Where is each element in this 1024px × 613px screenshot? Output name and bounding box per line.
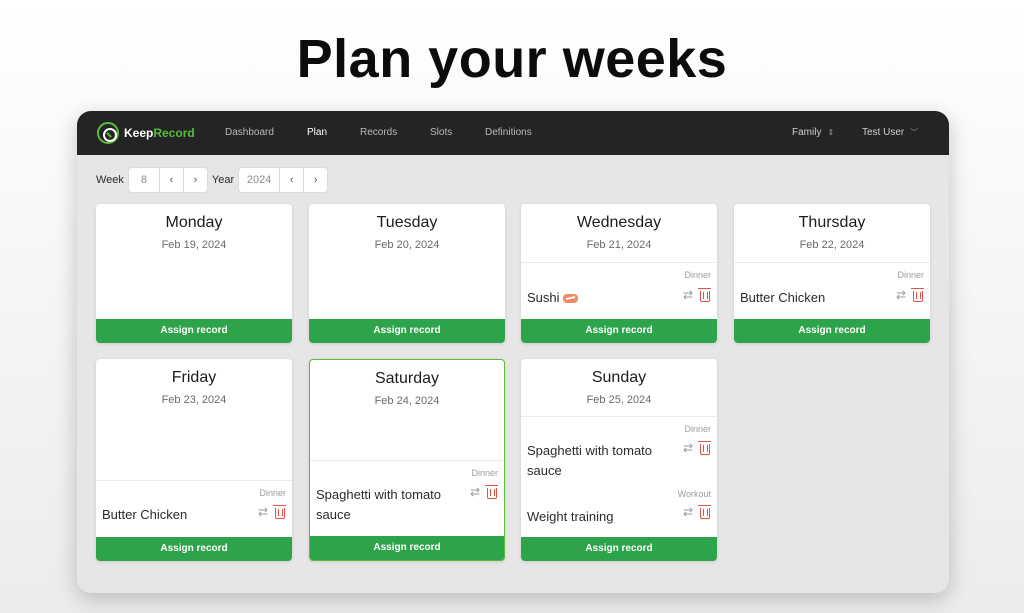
plan-entry: Dinner Spaghetti with tomato sauce ⇄ [521, 417, 717, 478]
nav-link-records[interactable]: Records [360, 127, 397, 138]
plan-entry: Dinner Butter Chicken ⇄ [96, 481, 292, 537]
day-name: Tuesday [376, 214, 438, 231]
brand-name-part2: Record [153, 126, 195, 140]
nav-link-definitions[interactable]: Definitions [485, 127, 532, 138]
day-date: Feb 22, 2024 [799, 239, 865, 251]
year-prev-button[interactable]: ‹ [280, 167, 305, 193]
app-window: KeepRecord Dashboard Plan Records Slots … [77, 111, 949, 593]
record-name: Weight training [527, 509, 614, 524]
day-card-friday: Friday Feb 23, 2024 Dinner Butter Chicke… [96, 359, 292, 561]
swap-arrows-icon[interactable]: ⇄ [683, 442, 693, 454]
navbar: KeepRecord Dashboard Plan Records Slots … [77, 111, 949, 155]
day-date: Feb 24, 2024 [374, 395, 440, 407]
family-select-label: Family [792, 127, 822, 138]
record-name: Spaghetti with tomato sauce [316, 487, 442, 522]
slot-label: Workout [677, 489, 711, 499]
slot-label: Dinner [897, 270, 924, 280]
assign-record-button[interactable]: Assign record [309, 319, 505, 343]
swap-arrows-icon[interactable]: ⇄ [258, 506, 268, 518]
plan-entry: Dinner Spaghetti with tomato sauce ⇄ [310, 461, 504, 536]
trash-icon[interactable] [911, 288, 924, 302]
brand-name-part1: Keep [124, 126, 154, 140]
slot-label: Dinner [684, 424, 711, 434]
sushi-emoji-icon [562, 294, 578, 304]
week-prev-button[interactable]: ‹ [159, 167, 184, 193]
family-select[interactable]: Family ⇕ [792, 127, 834, 138]
record-name-text: Sushi [527, 290, 560, 305]
assign-record-button[interactable]: Assign record [521, 537, 717, 561]
hero-title: Plan your weeks [296, 29, 728, 89]
day-card-saturday: Saturday Feb 24, 2024 Dinner Spaghetti w… [309, 359, 505, 561]
day-card-monday: Monday Feb 19, 2024 Assign record [96, 204, 292, 343]
nav-link-dashboard[interactable]: Dashboard [225, 127, 274, 138]
week-input[interactable]: 8 [127, 167, 160, 193]
user-menu[interactable]: Test User ﹀ [862, 127, 918, 138]
trash-icon[interactable] [698, 441, 711, 455]
day-date: Feb 19, 2024 [161, 239, 227, 251]
assign-record-button[interactable]: Assign record [96, 319, 292, 343]
record-name: Spaghetti with tomato sauce [527, 443, 653, 478]
trash-icon[interactable] [698, 505, 711, 519]
updown-caret-icon: ⇕ [827, 128, 835, 137]
nav-link-slots[interactable]: Slots [430, 127, 452, 138]
record-name: Sushi [527, 288, 677, 308]
brand-logo[interactable]: KeepRecord [97, 122, 195, 144]
user-menu-label: Test User [862, 127, 905, 138]
swap-arrows-icon[interactable]: ⇄ [470, 486, 480, 498]
slot-label: Dinner [259, 488, 286, 498]
day-name: Saturday [374, 370, 440, 387]
day-card-tuesday: Tuesday Feb 20, 2024 Assign record [309, 204, 505, 343]
week-next-button[interactable]: › [183, 167, 208, 193]
slot-label: Dinner [471, 468, 498, 478]
day-card-thursday: Thursday Feb 22, 2024 Dinner Butter Chic… [734, 204, 930, 343]
swap-arrows-icon[interactable]: ⇄ [896, 289, 906, 301]
trash-icon[interactable] [698, 288, 711, 302]
trash-icon[interactable] [273, 505, 286, 519]
day-name: Sunday [591, 369, 647, 386]
slot-label: Dinner [684, 270, 711, 280]
assign-record-button[interactable]: Assign record [96, 537, 292, 561]
brand-name: KeepRecord [124, 126, 195, 140]
day-name: Wednesday [576, 214, 662, 231]
week-label: Week [96, 174, 124, 186]
day-date: Feb 25, 2024 [586, 394, 652, 406]
day-name: Thursday [798, 214, 866, 231]
day-date: Feb 21, 2024 [586, 239, 652, 251]
day-date: Feb 23, 2024 [161, 394, 227, 406]
assign-record-button[interactable]: Assign record [734, 319, 930, 343]
swap-arrows-icon[interactable]: ⇄ [683, 289, 693, 301]
nav-link-plan[interactable]: Plan [307, 127, 327, 138]
day-name: Friday [171, 369, 217, 386]
chevron-down-icon: ﹀ [910, 128, 919, 137]
logo-icon [97, 122, 119, 144]
record-name: Butter Chicken [740, 290, 826, 305]
day-card-sunday: Sunday Feb 25, 2024 Dinner Spaghetti wit… [521, 359, 717, 561]
plan-entry: Dinner Butter Chicken ⇄ [734, 263, 930, 319]
assign-record-button[interactable]: Assign record [310, 536, 504, 560]
trash-icon[interactable] [485, 485, 498, 499]
assign-record-button[interactable]: Assign record [521, 319, 717, 343]
swap-arrows-icon[interactable]: ⇄ [683, 506, 693, 518]
plan-entry: Workout Weight training ⇄ [521, 479, 717, 537]
plan-entry: Dinner Sushi ⇄ [521, 263, 717, 319]
day-date: Feb 20, 2024 [374, 239, 440, 251]
day-name: Monday [165, 214, 223, 231]
year-input[interactable]: 2024 [238, 167, 281, 193]
day-card-wednesday: Wednesday Feb 21, 2024 Dinner Sushi ⇄ As… [521, 204, 717, 343]
year-next-button[interactable]: › [304, 167, 329, 193]
week-year-controls: Week 8 ‹ › Year 2024 ‹ › [96, 167, 332, 193]
record-name: Butter Chicken [102, 507, 188, 522]
year-label: Year [211, 174, 235, 186]
